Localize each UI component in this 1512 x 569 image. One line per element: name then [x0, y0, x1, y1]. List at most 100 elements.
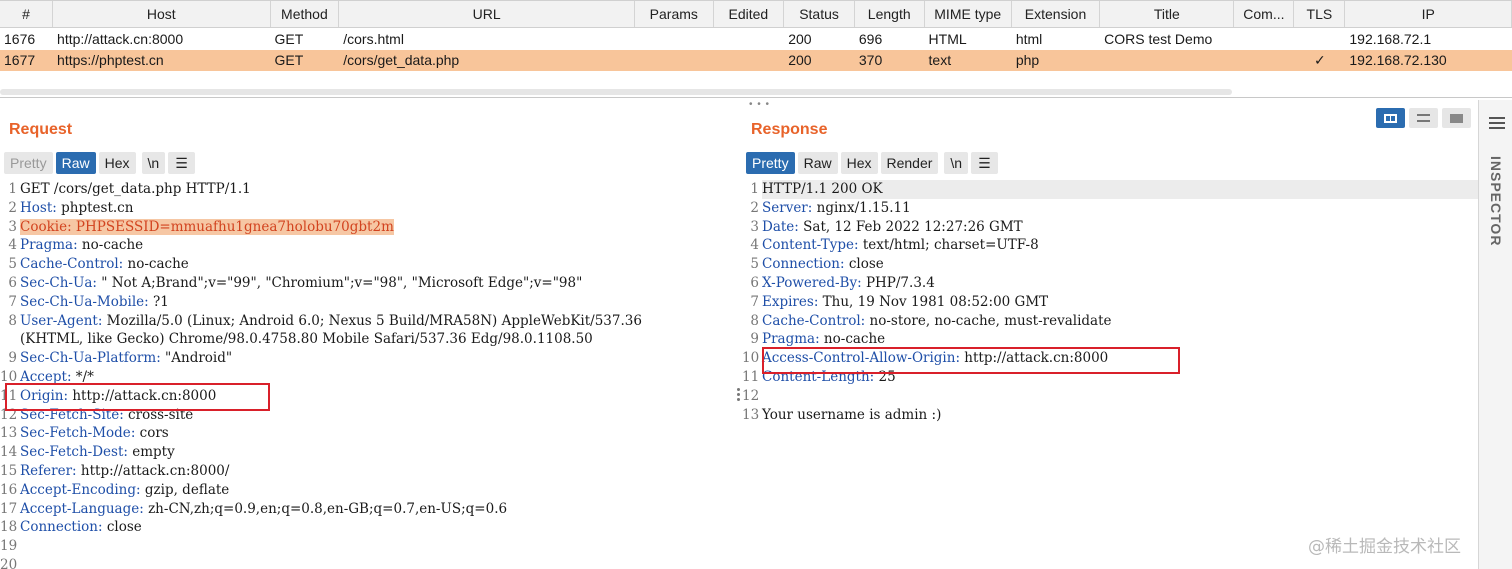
header-value: close: [102, 519, 142, 536]
col-extension[interactable]: Extension: [1012, 1, 1101, 27]
code-line: 3 Cookie: PHPSESSID=mmuafhu1gnea7holobu70…: [0, 218, 738, 237]
header-line: Accept-Encoding: gzip, deflate: [20, 481, 230, 498]
line-number: 13: [0, 425, 18, 442]
code-line: 4 Pragma: no-cache: [0, 236, 738, 255]
col-title[interactable]: Title: [1100, 1, 1235, 27]
header-name: Cache-Control: [20, 256, 119, 273]
acao-highlight-box: [762, 347, 1180, 374]
header-line: Content-Type: text/html; charset=UTF-8: [762, 237, 1039, 254]
col-mime-type[interactable]: MIME type: [925, 1, 1012, 27]
text-line: Your username is admin :): [762, 406, 942, 423]
text-line: [762, 387, 1478, 406]
tab-hex[interactable]: Hex: [840, 152, 878, 174]
col-host[interactable]: Host: [53, 1, 271, 27]
inspector-menu-icon[interactable]: [1489, 117, 1505, 132]
line-number: 5: [8, 256, 17, 273]
inspector-panel[interactable]: INSPECTOR: [1478, 100, 1512, 569]
line-number: 7: [8, 293, 17, 310]
rows-icon: [1417, 114, 1430, 122]
menu-icon[interactable]: ☰: [168, 152, 195, 174]
line-number: 10: [742, 350, 760, 367]
code-line: 6 Sec-Ch-Ua: " Not A;Brand";v="99", "Chro…: [0, 274, 738, 293]
table-cell-host: http://attack.cn:8000: [57, 30, 184, 47]
header-value: cors: [135, 425, 169, 442]
inspector-label[interactable]: INSPECTOR: [1488, 156, 1504, 246]
code-line: 15 Referer: http://attack.cn:8000/: [0, 462, 738, 481]
code-line: 1 GET /cors/get_data.php HTTP/1.1: [0, 180, 738, 199]
response-view-tabs: Pretty Raw Hex Render \n ☰: [746, 152, 998, 174]
table-cell-status: 200: [788, 30, 812, 47]
tab-pretty[interactable]: Pretty: [4, 152, 53, 174]
code-line: 18 Connection: close: [0, 518, 738, 537]
split-horizontal-layout-button[interactable]: [1376, 108, 1405, 128]
table-cell-mime: HTML: [928, 30, 967, 47]
horizontal-scrollbar[interactable]: [0, 89, 1232, 95]
col-edited[interactable]: Edited: [714, 1, 785, 27]
header-name: X-Powered-By: [762, 274, 858, 291]
col-status[interactable]: Status: [784, 1, 855, 27]
request-pane: Request Pretty Raw Hex \n ☰ 1 GET /cors/g…: [0, 100, 738, 569]
table-cell-url: /cors/get_data.php: [343, 52, 460, 69]
response-editor[interactable]: 1 HTTP/1.1 200 OK 2 Server: nginx/1.15.11 3 D…: [742, 180, 1478, 424]
header-value: PHPSESSID=mmuafhu1gnea7holobu70gbt2m: [71, 218, 394, 235]
header-value: no-cache: [819, 331, 886, 348]
line-number: 2: [8, 199, 17, 216]
tab-hex[interactable]: Hex: [98, 152, 136, 174]
tab-pretty[interactable]: Pretty: [746, 152, 795, 174]
header-line: Sec-Ch-Ua-Platform: "Android": [20, 350, 233, 367]
header-name: Accept-Encoding: [20, 481, 137, 498]
col-number[interactable]: #: [0, 1, 54, 27]
header-line: Server: nginx/1.15.11: [762, 199, 911, 216]
col-url[interactable]: URL: [339, 1, 636, 27]
col-method[interactable]: Method: [271, 1, 340, 27]
header-value: " Not A;Brand";v="99", "Chromium";v="98"…: [96, 274, 583, 291]
line-number: 1: [750, 181, 759, 197]
tab-raw[interactable]: Raw: [797, 152, 838, 174]
line-number: 3: [750, 218, 759, 235]
header-name: Cookie: [20, 218, 68, 235]
header-name: Sec-Fetch-Dest: [20, 444, 124, 461]
header-line: Sec-Fetch-Mode: cors: [20, 425, 169, 442]
col-params[interactable]: Params: [635, 1, 714, 27]
table-cell-ext: php: [1015, 52, 1040, 69]
col-comment[interactable]: Com...: [1234, 1, 1295, 27]
header-value: Mozilla/5.0 (Linux; Android 6.0; Nexus 5…: [102, 312, 642, 329]
col-length[interactable]: Length: [855, 1, 925, 27]
table-cell-ext: html: [1015, 30, 1043, 47]
line-number: 6: [8, 274, 17, 291]
header-value: Thu, 19 Nov 1981 08:52:00 GMT: [818, 293, 1049, 310]
table-cell-length: 696: [858, 30, 883, 47]
header-line: Sec-Ch-Ua-Mobile: ?1: [20, 293, 169, 310]
table-cell-title: CORS test Demo: [1104, 30, 1213, 47]
table-cell-ip: 192.168.72.130: [1349, 52, 1447, 69]
col-tls[interactable]: TLS: [1294, 1, 1346, 27]
line-number: 4: [8, 237, 17, 254]
header-name: User-Agent: [20, 312, 98, 329]
code-line: 17 Accept-Language: zh-CN,zh;q=0.9,en;q=0…: [0, 500, 738, 519]
single-layout-button[interactable]: [1442, 108, 1471, 128]
newline-toggle[interactable]: \n: [141, 152, 166, 174]
newline-toggle[interactable]: \n: [944, 152, 969, 174]
response-title: Response: [751, 121, 828, 138]
columns-icon: [1384, 113, 1397, 123]
text-line: GET /cors/get_data.php HTTP/1.1: [20, 181, 251, 197]
table-row[interactable]: 1676 http://attack.cn:8000 GET/cors.html 20…: [0, 28, 1512, 50]
tab-raw[interactable]: Raw: [55, 152, 96, 174]
col-ip[interactable]: IP: [1345, 1, 1512, 27]
header-value: nginx/1.15.11: [812, 199, 911, 216]
header-line: Connection: close: [20, 519, 142, 536]
header-value: PHP/7.3.4: [861, 274, 935, 291]
menu-icon[interactable]: ☰: [971, 152, 998, 174]
line-number: 7: [750, 293, 759, 310]
header-line: Cache-Control: no-store, no-cache, must-…: [762, 312, 1112, 329]
line-number: 3: [8, 218, 17, 235]
header-line: X-Powered-By: PHP/7.3.4: [762, 274, 935, 291]
line-number: 15: [0, 462, 18, 479]
request-editor[interactable]: 1 GET /cors/get_data.php HTTP/1.1 2 Host: p…: [0, 180, 738, 569]
table-row[interactable]: 1677 https://phptest.cn GET/cors/get_data.…: [0, 49, 1512, 71]
tab-render[interactable]: Render: [880, 152, 939, 174]
code-line: 13 Your username is admin :): [742, 406, 1478, 425]
split-vertical-layout-button[interactable]: [1409, 108, 1438, 128]
line-number: 14: [0, 444, 18, 461]
table-cell-num: 1676: [4, 30, 36, 47]
